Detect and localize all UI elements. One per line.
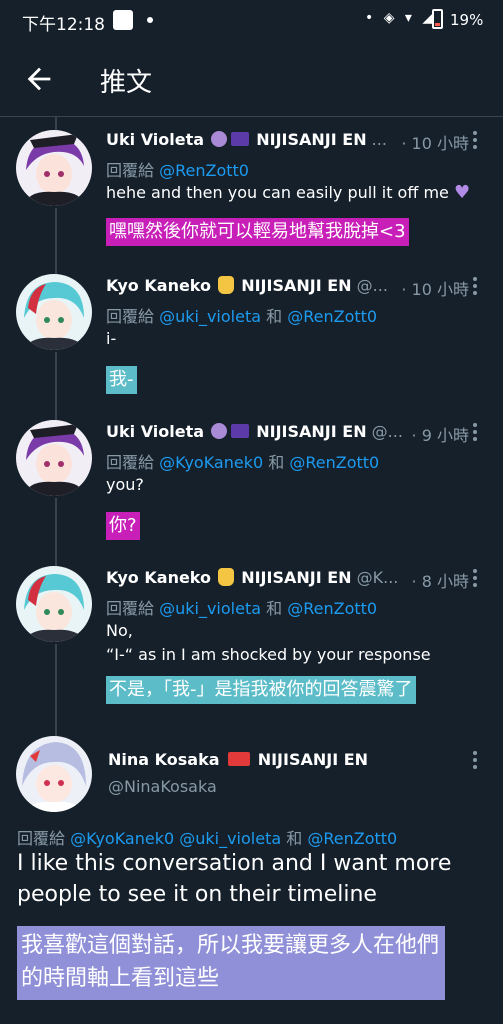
user-handle: @NinaKosaka (108, 777, 217, 796)
translation-overlay: 我- (106, 366, 137, 394)
replying-to: 回覆給 @uki_violeta 和 @RenZott0 (106, 595, 377, 619)
translation-overlay: 你? (106, 512, 140, 540)
tweet-time: · 10 小時 (397, 276, 469, 300)
avatar[interactable] (16, 130, 92, 206)
main-tweet-text: I like this conversation and I want more… (17, 851, 452, 907)
tweet-item[interactable]: Uki Violeta NIJISANJI EN ... · 10 小時 回覆給… (0, 124, 503, 254)
battery-level-fill (435, 23, 440, 26)
replying-to: 回覆給 @RenZott0 (106, 157, 249, 181)
avatar[interactable] (16, 274, 92, 350)
display-name-suffix: NIJISANJI EN (241, 568, 352, 587)
tweet-time: · 8 小時 (407, 568, 469, 592)
avatar[interactable] (16, 736, 92, 812)
app-notification-icon (113, 10, 133, 30)
battery-icon (432, 9, 443, 29)
mention-link[interactable]: @KyoKanek0 (159, 453, 263, 472)
avatar[interactable] (16, 566, 92, 642)
display-name-suffix: NIJISANJI EN (257, 750, 369, 769)
tweet-text: i- (106, 329, 117, 348)
mention-link[interactable]: @uki_violeta (179, 829, 281, 848)
user-handle: ... (371, 130, 387, 149)
mention-and: 和 (286, 829, 303, 848)
replying-to: 回覆給 @uki_violeta 和 @RenZott0 (106, 303, 377, 327)
mention-link[interactable]: @KyoKanek0 (70, 829, 174, 848)
tweet-text: you? (106, 475, 144, 494)
replying-to: 回覆給 @KyoKanek0 和 @RenZott0 (106, 449, 379, 473)
mention-and: 和 (266, 599, 283, 618)
more-options-icon[interactable] (471, 130, 479, 150)
status-icons: • ◈ ▾ ◢ (365, 10, 437, 26)
milky-way-emoji-icon (231, 132, 250, 146)
tweet-time: · 10 小時 (397, 130, 469, 154)
arrow-left-icon[interactable] (22, 62, 56, 96)
reply-prefix: 回覆給 (106, 453, 155, 472)
translation-overlay: 不是，「我-」是指我被你的回答震驚了 (106, 676, 416, 704)
display-name[interactable]: Nina Kosaka (108, 750, 220, 769)
tweet-item[interactable]: Uki Violeta NIJISANJI EN @... · 9 小時 回覆給… (0, 416, 503, 546)
tweet-text-line: No, (106, 621, 133, 640)
notification-dot-icon (147, 17, 153, 23)
display-name[interactable]: Uki Violeta (106, 422, 204, 441)
page-title: 推文 (100, 68, 153, 98)
mention-link[interactable]: @RenZott0 (307, 829, 397, 848)
replying-to: 回覆給 @KyoKanek0 @uki_violeta 和 @RenZott0 (17, 825, 397, 849)
reply-prefix: 回覆給 (106, 161, 155, 180)
avatar-uki-violeta (16, 420, 92, 496)
status-time: 下午12:18 (22, 15, 105, 35)
mention-link[interactable]: @RenZott0 (289, 453, 379, 472)
user-handle: @K... (356, 568, 399, 587)
tweet-item[interactable]: Kyo Kaneko NIJISANJI EN @... · 10 小時 回覆給… (0, 270, 503, 400)
avatar-kyo-kaneko (16, 566, 92, 642)
more-options-icon[interactable] (471, 750, 479, 770)
rock-hand-emoji-icon (218, 276, 235, 294)
mention-and: 和 (266, 307, 283, 326)
user-handle: @... (356, 276, 388, 295)
tweet-text-line: “I-“ as in I am shocked by your response (106, 645, 431, 664)
tweet-item[interactable]: Kyo Kaneko NIJISANJI EN @K... · 8 小時 回覆給… (0, 562, 503, 718)
display-name-suffix: NIJISANJI EN (241, 276, 352, 295)
reply-prefix: 回覆給 (106, 307, 155, 326)
display-name-suffix: NIJISANJI EN (256, 422, 367, 441)
mention-link[interactable]: @RenZott0 (287, 307, 377, 326)
more-options-icon[interactable] (471, 568, 479, 588)
battery-percent: 19% (450, 11, 484, 29)
reply-prefix: 回覆給 (17, 829, 66, 848)
more-options-icon[interactable] (471, 276, 479, 296)
display-name[interactable]: Uki Violeta (106, 130, 204, 149)
tweet-text-content: hehe and then you can easily pull it off… (106, 183, 449, 202)
user-handle: @... (371, 422, 403, 441)
reply-prefix: 回覆給 (106, 599, 155, 618)
main-tweet-author[interactable]: Nina Kosaka NIJISANJI EN (108, 750, 368, 769)
slot-machine-emoji-icon (227, 752, 250, 766)
mention-and: 和 (268, 453, 285, 472)
display-name-suffix: NIJISANJI EN (256, 130, 367, 149)
tweet-time: · 9 小時 (407, 422, 469, 446)
mention-link[interactable]: @RenZott0 (287, 599, 377, 618)
avatar-uki-violeta (16, 130, 92, 206)
mention-link[interactable]: @RenZott0 (159, 161, 249, 180)
display-name[interactable]: Kyo Kaneko (106, 276, 211, 295)
mention-link[interactable]: @uki_violeta (159, 599, 261, 618)
avatar-nina-kosaka (16, 736, 92, 812)
translation-overlay: 我喜歡這個對話，所以我要讓更多人在他們的時間軸上看到這些 (17, 926, 445, 1000)
mention-link[interactable]: @uki_violeta (159, 307, 261, 326)
more-options-icon[interactable] (471, 422, 479, 442)
translation-overlay: 嘿嘿然後你就可以輕易地幫我脫掉<3 (106, 218, 409, 246)
crystal-ball-emoji-icon (211, 423, 228, 439)
milky-way-emoji-icon (231, 424, 250, 438)
avatar[interactable] (16, 420, 92, 496)
tweet-text: hehe and then you can easily pull it off… (106, 180, 470, 205)
crystal-ball-emoji-icon (211, 131, 228, 147)
rock-hand-emoji-icon (218, 568, 235, 586)
purple-heart-icon: ♥ (453, 182, 471, 203)
display-name[interactable]: Kyo Kaneko (106, 568, 211, 587)
top-bar: 推文 (0, 40, 503, 117)
avatar-kyo-kaneko (16, 274, 92, 350)
status-bar: 下午12:18 • ◈ ▾ ◢ 19% (0, 0, 503, 40)
